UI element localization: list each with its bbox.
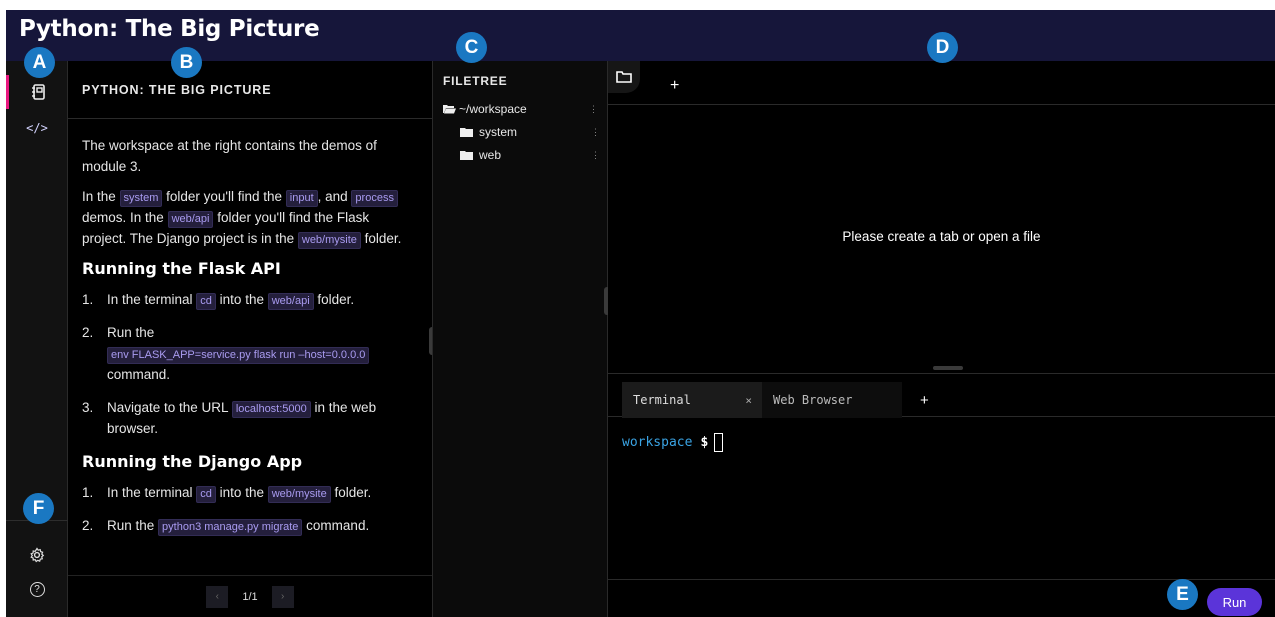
page-indicator: 1/1 bbox=[242, 590, 258, 603]
prompt-symbol: $ bbox=[700, 435, 709, 450]
callout-badge: A bbox=[24, 47, 55, 78]
callout-badge: D bbox=[927, 32, 958, 63]
list-item: 2. Run the python3 manage.py migrate com… bbox=[82, 515, 404, 536]
tab-web-browser[interactable]: Web Browser bbox=[762, 382, 902, 418]
more-icon[interactable]: ⋮ bbox=[591, 127, 600, 138]
callout-badge: E bbox=[1167, 579, 1198, 610]
prev-page-button[interactable]: ‹ bbox=[206, 585, 229, 608]
app-window: Python: The Big Picture </> ? PYTHON: TH… bbox=[6, 10, 1275, 617]
list-item: 1. In the terminal cd into the web/api f… bbox=[82, 289, 404, 310]
notebook-icon[interactable] bbox=[6, 75, 68, 109]
inline-code: web/api bbox=[267, 293, 314, 310]
workspace-paragraph: In the system folder you'll find the inp… bbox=[82, 186, 404, 249]
next-page-button[interactable]: › bbox=[271, 585, 294, 608]
folder-open-icon bbox=[443, 105, 456, 114]
guide-heading: PYTHON: THE BIG PICTURE bbox=[68, 61, 432, 119]
callout-badge: C bbox=[456, 32, 487, 63]
inline-code: python3 manage.py migrate bbox=[158, 519, 303, 536]
list-item: 2. Run the env FLASK_APP=service.py flask… bbox=[82, 322, 404, 385]
tree-item-workspace[interactable]: ~/workspace ⋮ bbox=[443, 99, 598, 119]
tree-item-system[interactable]: system ⋮ bbox=[460, 122, 600, 142]
add-tab-button[interactable]: + bbox=[670, 77, 679, 95]
intro-paragraph: The workspace at the right contains the … bbox=[82, 138, 377, 174]
filetree-heading: FILETREE bbox=[443, 74, 508, 88]
list-item: 1. In the terminal cd into the web/mysit… bbox=[82, 482, 404, 503]
guide-content[interactable]: The workspace at the right contains the … bbox=[68, 120, 432, 576]
page-title: Python: The Big Picture bbox=[19, 16, 320, 42]
folder-icon bbox=[460, 128, 473, 137]
pager: ‹ 1/1 › bbox=[68, 575, 432, 617]
inline-code: env FLASK_APP=service.py flask run –host… bbox=[107, 347, 370, 364]
filetree-panel: FILETREE ~/workspace ⋮ system ⋮ web ⋮ bbox=[432, 61, 608, 617]
resize-handle[interactable] bbox=[933, 366, 963, 370]
django-heading: Running the Django App bbox=[82, 452, 303, 471]
folder-icon bbox=[460, 151, 473, 160]
editor-tabbar: + bbox=[608, 61, 1275, 105]
tree-item-web[interactable]: web ⋮ bbox=[460, 145, 600, 165]
guide-panel: PYTHON: THE BIG PICTURE The workspace at… bbox=[68, 61, 432, 617]
inline-code: input bbox=[285, 190, 318, 207]
more-icon[interactable]: ⋮ bbox=[589, 104, 598, 115]
callout-badge: F bbox=[23, 493, 54, 524]
inline-code: localhost:5000 bbox=[231, 401, 311, 418]
folder-icon[interactable] bbox=[608, 61, 640, 93]
terminal-tabbar: Terminal × Web Browser + bbox=[608, 373, 1275, 418]
empty-editor-message: Please create a tab or open a file bbox=[842, 229, 1041, 244]
flask-heading: Running the Flask API bbox=[82, 259, 281, 278]
terminal-output[interactable]: workspace $ bbox=[622, 433, 724, 452]
editor-panel: + Please create a tab or open a file Ter… bbox=[608, 61, 1275, 617]
tab-terminal[interactable]: Terminal × bbox=[622, 382, 762, 418]
callout-badge: B bbox=[171, 47, 202, 78]
close-icon[interactable]: × bbox=[745, 394, 752, 407]
help-icon[interactable]: ? bbox=[6, 572, 68, 606]
cursor bbox=[714, 433, 724, 452]
prompt-dir: workspace bbox=[622, 435, 693, 450]
list-item: 3. Navigate to the URL localhost:5000 in… bbox=[82, 400, 377, 436]
more-icon[interactable]: ⋮ bbox=[591, 150, 600, 161]
add-terminal-tab-button[interactable]: + bbox=[920, 382, 929, 418]
code-icon[interactable]: </> bbox=[6, 111, 68, 145]
inline-code: cd bbox=[196, 293, 216, 310]
run-button[interactable]: Run bbox=[1207, 588, 1262, 616]
inline-code: process bbox=[351, 190, 398, 207]
inline-code: web/mysite bbox=[267, 486, 331, 503]
inline-code: web/api bbox=[167, 211, 214, 228]
inline-code: system bbox=[119, 190, 163, 207]
inline-code: web/mysite bbox=[297, 232, 361, 249]
gear-icon[interactable] bbox=[6, 538, 68, 572]
inline-code: cd bbox=[196, 486, 216, 503]
sidebar-rail: </> ? bbox=[6, 61, 68, 617]
